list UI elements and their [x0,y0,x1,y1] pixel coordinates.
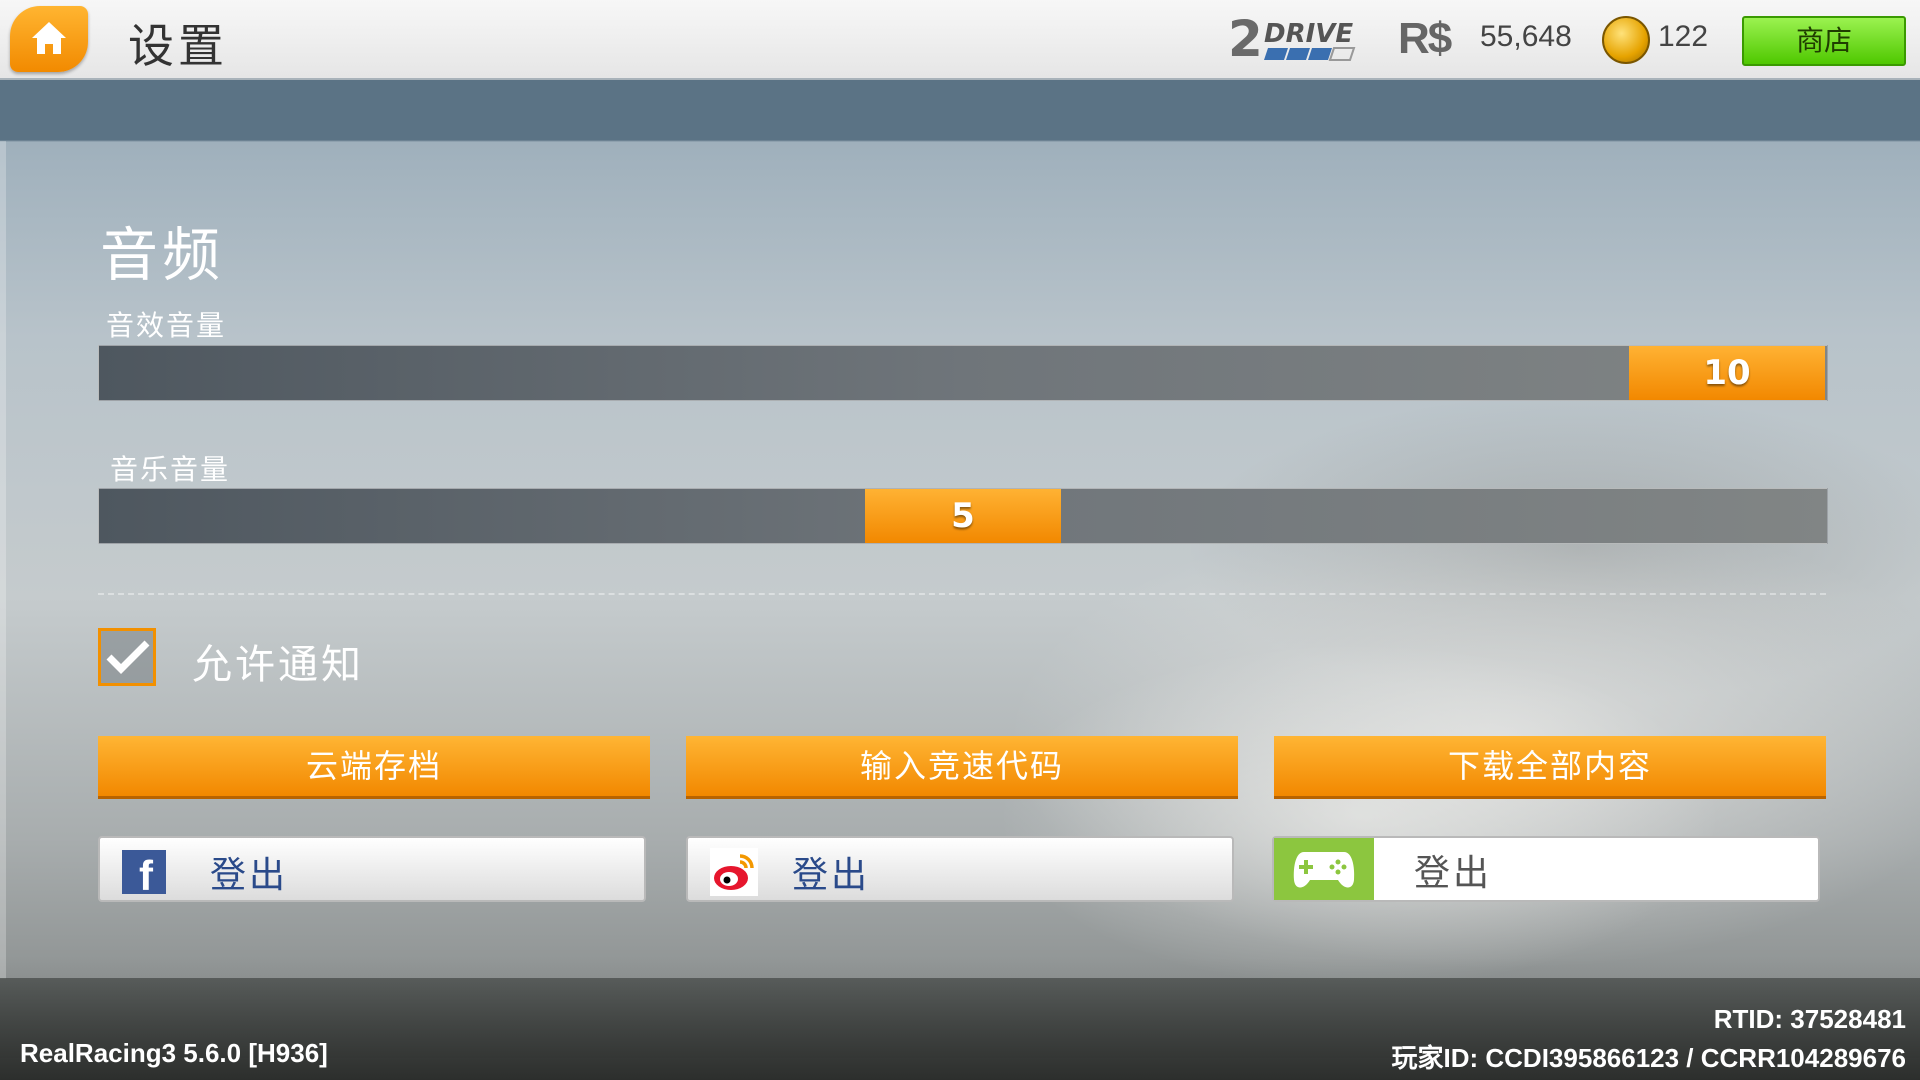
2drive-logo: 2 DRIVE [1228,12,1356,64]
top-bar: 设置 2 DRIVE R$ 55,648 122 商店 [0,0,1920,80]
music-volume-label: 音乐音量 [110,453,231,486]
home-icon [32,22,66,54]
facebook-logout-label: 登出 [210,855,289,896]
svg-text:DRIVE: DRIVE [1264,19,1353,49]
gold-value: 122 [1658,20,1709,53]
cloud-save-button[interactable]: 云端存档 [98,736,650,799]
weibo-icon [710,848,758,896]
sfx-volume-thumb[interactable]: 10 [1629,346,1825,400]
music-volume-slider[interactable]: 5 [98,488,1828,544]
download-all-content-button[interactable]: 下载全部内容 [1274,736,1826,799]
weibo-logout-label: 登出 [792,855,871,896]
divider [98,593,1826,595]
game-center-logout-label: 登出 [1414,853,1493,894]
svg-text:2: 2 [1228,12,1263,64]
game-center-logout-button[interactable]: 登出 [1272,836,1820,902]
checkmark-icon [106,640,150,674]
gamepad-icon [1274,838,1374,900]
audio-section-title: 音频 [100,221,225,289]
shop-button[interactable]: 商店 [1742,16,1906,66]
cash-icon: R$ [1398,14,1452,63]
enter-race-code-button[interactable]: 输入竞速代码 [686,736,1238,799]
music-volume-thumb[interactable]: 5 [865,489,1061,543]
rtid-text: RTID: 37528481 [1713,1004,1906,1034]
cash-value: 55,648 [1480,20,1572,53]
page-title: 设置 [128,19,228,73]
facebook-icon: f [122,850,166,899]
version-text: RealRacing3 5.6.0 [H936] [20,1038,328,1068]
panel-edge [0,141,6,979]
weibo-logout-button[interactable]: 登出 [686,836,1234,902]
notifications-checkbox[interactable] [98,628,156,686]
background-scene [0,78,1920,1080]
gold-coin-icon [1602,16,1650,64]
sfx-volume-label: 音效音量 [106,309,227,342]
notifications-label: 允许通知 [192,642,364,688]
sfx-volume-slider[interactable]: 10 [98,345,1828,401]
player-id-text: 玩家ID: CCDI395866123 / CCRR104289676 [1391,1043,1907,1073]
facebook-logout-button[interactable]: f 登出 [98,836,646,902]
home-button[interactable] [10,6,88,72]
